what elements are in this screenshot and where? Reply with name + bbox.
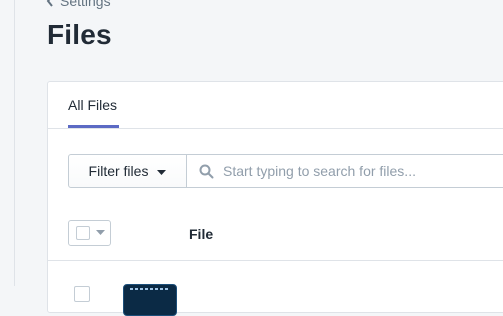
tab-bar: All Files <box>48 82 503 129</box>
column-header-file: File <box>189 226 214 242</box>
left-rail <box>0 0 15 286</box>
table-header: File <box>48 208 503 261</box>
files-card: All Files Filter files File <box>47 81 503 316</box>
search-field[interactable] <box>187 154 503 188</box>
breadcrumb-label[interactable]: Settings <box>60 0 111 9</box>
active-tab-indicator <box>68 125 119 128</box>
tab-all-files[interactable]: All Files <box>68 82 117 128</box>
caret-down-icon <box>96 230 105 236</box>
caret-down-icon <box>157 163 167 179</box>
page-title: Files <box>47 19 112 50</box>
filter-files-label: Filter files <box>88 163 149 179</box>
search-input[interactable] <box>223 163 503 179</box>
filter-files-button[interactable]: Filter files <box>68 154 187 188</box>
file-thumbnail <box>123 284 177 316</box>
bulk-select-button[interactable] <box>68 220 111 246</box>
select-all-checkbox[interactable] <box>76 226 90 240</box>
breadcrumb[interactable]: Settings <box>46 0 111 9</box>
row-checkbox[interactable] <box>74 286 90 302</box>
search-icon <box>199 164 214 179</box>
chevron-left-icon <box>46 0 54 7</box>
